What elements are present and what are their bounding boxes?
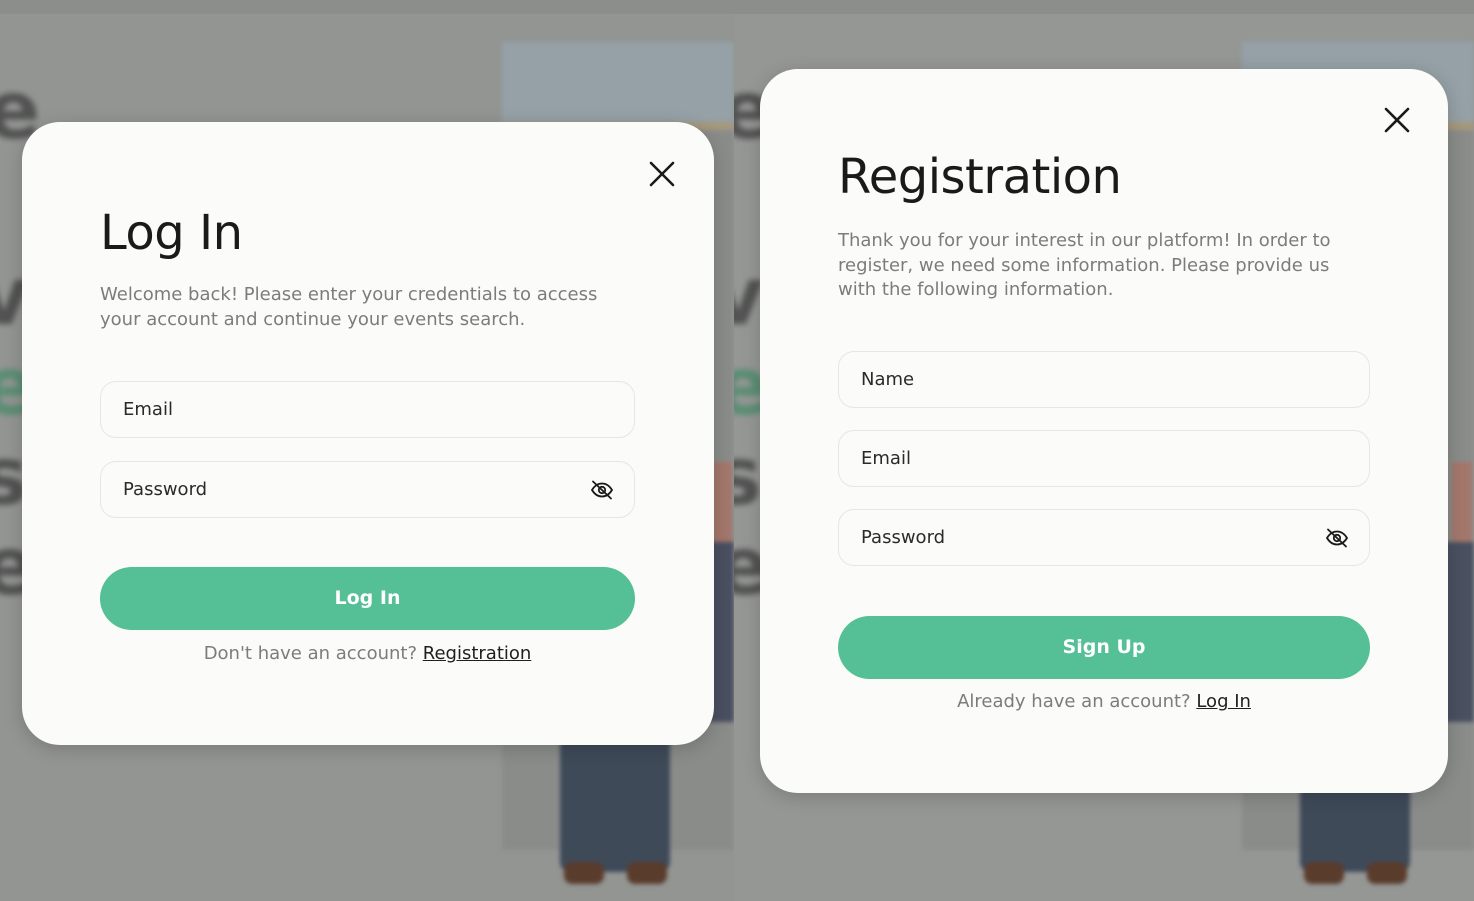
screen: e v e s e e v e s e Log In Welcome back!… xyxy=(0,0,1474,901)
login-switch-prompt: Don't have an account? xyxy=(203,643,418,664)
registration-name-field[interactable] xyxy=(838,351,1370,408)
background-top-strip xyxy=(0,0,734,14)
registration-link[interactable]: Registration xyxy=(423,643,532,664)
login-email-field[interactable] xyxy=(100,381,635,438)
background-photo-red xyxy=(1452,462,1472,542)
registration-password-field[interactable] xyxy=(838,509,1370,566)
registration-switch-prompt: Already have an account? xyxy=(957,691,1191,712)
close-icon xyxy=(649,161,675,187)
background-top-strip xyxy=(734,0,1474,14)
login-submit-button[interactable]: Log In xyxy=(100,567,635,630)
registration-password-input[interactable] xyxy=(861,510,1281,565)
login-close-button[interactable] xyxy=(648,160,676,188)
registration-name-input[interactable] xyxy=(861,352,1281,407)
login-link[interactable]: Log In xyxy=(1196,691,1251,712)
eye-off-icon[interactable] xyxy=(590,478,614,502)
login-password-field[interactable] xyxy=(100,461,635,518)
login-password-input[interactable] xyxy=(123,462,543,517)
background-photo-shoe xyxy=(1304,862,1344,884)
login-switch-line: Don't have an account? Registration xyxy=(100,643,635,664)
login-modal: Log In Welcome back! Please enter your c… xyxy=(22,122,714,745)
login-title: Log In xyxy=(100,205,243,261)
close-icon xyxy=(1384,107,1410,133)
background-photo-shoe xyxy=(564,862,604,884)
background-letter: s xyxy=(734,430,762,523)
login-description: Welcome back! Please enter your credenti… xyxy=(100,284,598,330)
registration-email-input[interactable] xyxy=(861,431,1281,486)
registration-switch-line: Already have an account? Log In xyxy=(838,691,1370,712)
login-email-input[interactable] xyxy=(123,382,543,437)
eye-off-icon[interactable] xyxy=(1325,526,1349,550)
registration-modal: Registration Thank you for your interest… xyxy=(760,69,1448,793)
background-photo-shoe xyxy=(627,862,667,884)
registration-description: Thank you for your interest in our platf… xyxy=(838,230,1331,300)
background-photo-red xyxy=(712,462,732,542)
registration-email-field[interactable] xyxy=(838,430,1370,487)
background-photo-shoe xyxy=(1367,862,1407,884)
registration-close-button[interactable] xyxy=(1383,106,1411,134)
signup-submit-button[interactable]: Sign Up xyxy=(838,616,1370,679)
background-photo-sky xyxy=(502,42,734,122)
registration-title: Registration xyxy=(838,149,1122,205)
